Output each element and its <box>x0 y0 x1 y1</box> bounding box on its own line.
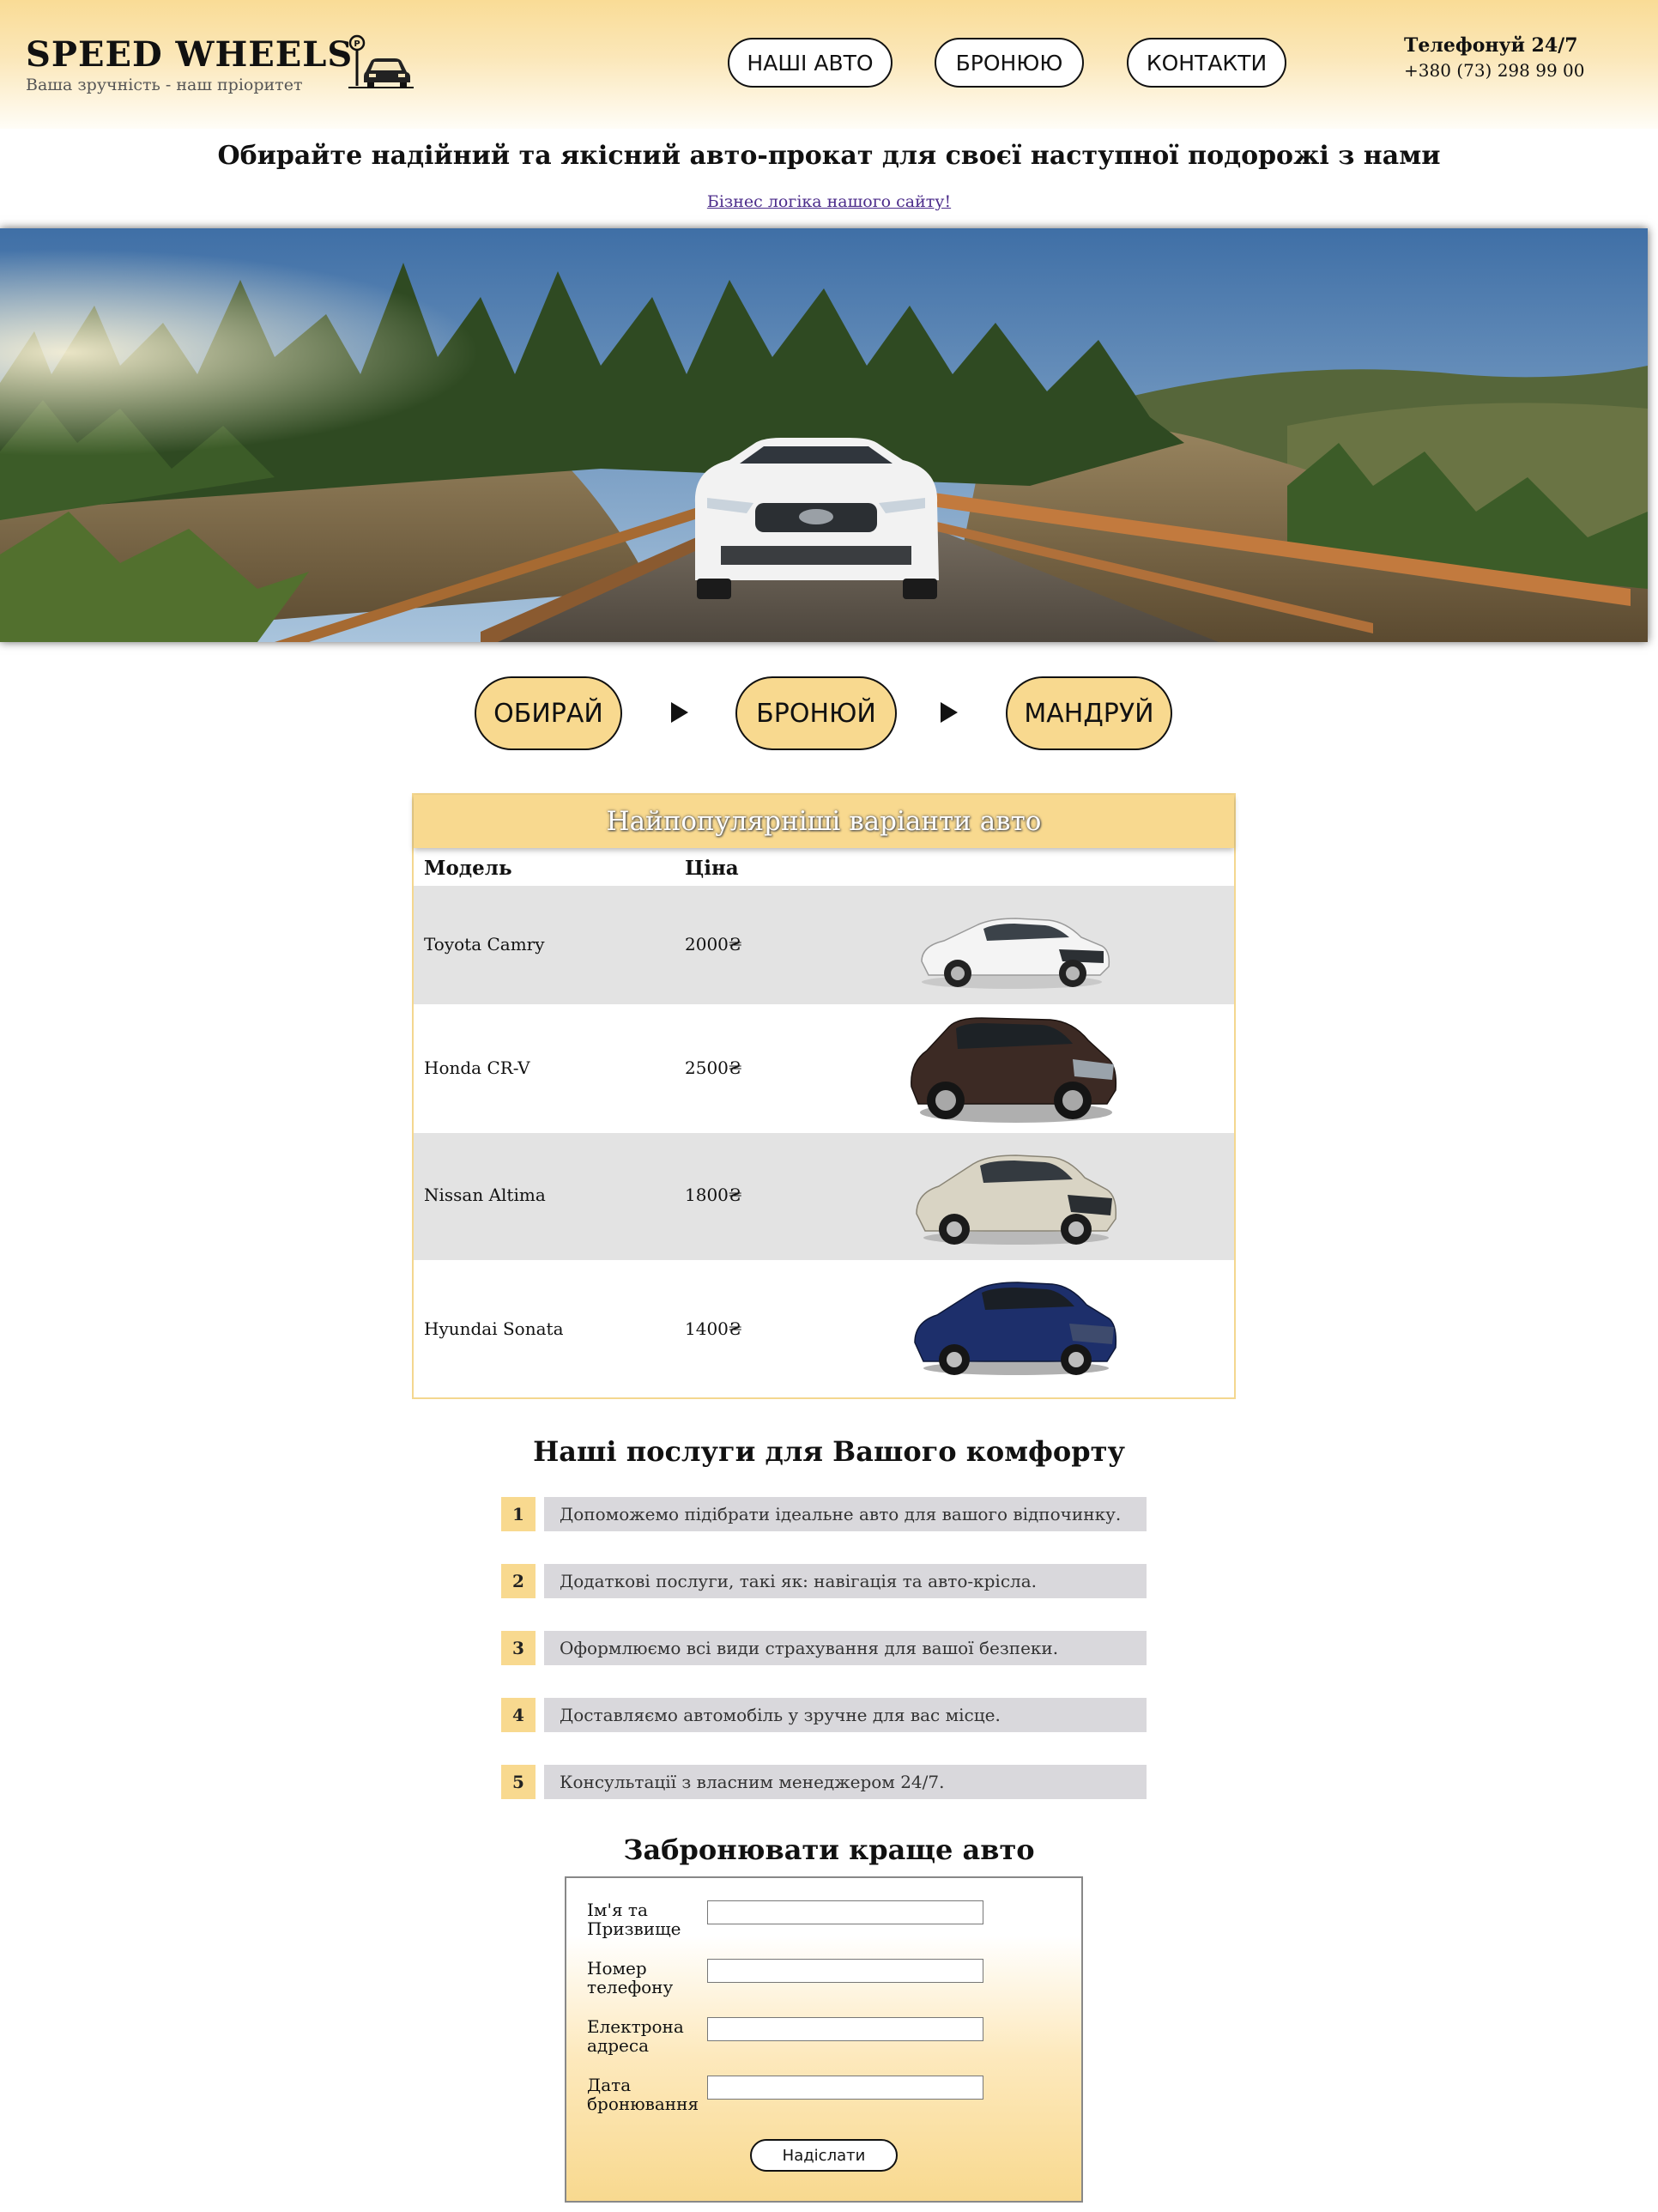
car-image-sedan <box>905 1272 1119 1382</box>
car-model: Honda CR-V <box>424 1058 530 1078</box>
business-logic-link[interactable]: Бізнес логіка нашого сайту! <box>0 192 1658 211</box>
phone-label-line: телефону <box>587 1977 674 1997</box>
date-input[interactable] <box>707 2076 983 2100</box>
nav-booking-button[interactable]: БРОНЮЮ <box>935 38 1084 88</box>
svg-text:P: P <box>354 39 360 49</box>
service-item: Додаткові послуги, такі як: навігація та… <box>544 1564 1147 1598</box>
table-row: Hyundai Sonata 1400₴ <box>414 1260 1234 1397</box>
service-number: 2 <box>501 1564 536 1598</box>
column-header-price: Ціна <box>685 857 739 880</box>
email-input[interactable] <box>707 2017 983 2041</box>
column-header-model: Модель <box>424 857 512 880</box>
site-header: SPEED WHEELS Ваша зручність - наш пріори… <box>0 0 1658 129</box>
name-label-line: Ім'я та <box>587 1900 648 1920</box>
car-model: Hyundai Sonata <box>424 1318 564 1339</box>
popular-cars-title: Найпопулярніші варіанти авто <box>414 795 1234 848</box>
booking-form: Ім'я та Призвище Номер телефону Електрон… <box>565 1876 1083 2203</box>
car-image-suv <box>905 1011 1119 1128</box>
parking-car-icon: P <box>345 34 414 91</box>
car-image-sedan <box>905 1145 1119 1251</box>
phone-title: Телефонуй 24/7 <box>1404 34 1578 57</box>
page-tagline: Обирайте надійний та якісний авто-прокат… <box>217 141 1441 171</box>
step-travel-button[interactable]: МАНДРУЙ <box>1006 676 1172 750</box>
service-item: Консультації з власним менеджером 24/7. <box>544 1765 1147 1799</box>
phone-input[interactable] <box>707 1959 983 1983</box>
table-row: Nissan Altima 1800₴ <box>414 1133 1234 1260</box>
date-label-line: бронювання <box>587 2094 699 2114</box>
service-item: Оформлюємо всі види страхування для вашо… <box>544 1631 1147 1665</box>
car-model: Nissan Altima <box>424 1185 546 1205</box>
service-item: Допоможемо підібрати ідеальне авто для в… <box>544 1497 1147 1531</box>
nav-contacts-button[interactable]: КОНТАКТИ <box>1127 38 1286 88</box>
service-number: 4 <box>501 1698 536 1732</box>
service-number: 3 <box>501 1631 536 1665</box>
name-label: Ім'я та Призвище <box>587 1900 681 1938</box>
email-label-line: Електрона <box>587 2016 684 2037</box>
car-price: 1400₴ <box>685 1318 742 1339</box>
email-label-line: адреса <box>587 2035 650 2056</box>
name-input[interactable] <box>707 1900 983 1924</box>
car-image-sedan <box>905 898 1119 992</box>
phone-label-line: Номер <box>587 1958 647 1979</box>
step-choose-button[interactable]: ОБИРАЙ <box>475 676 622 750</box>
booking-title: Забронювати краще авто <box>623 1833 1035 1866</box>
car-model: Toyota Camry <box>424 934 545 954</box>
phone-label: Номер телефону <box>587 1959 673 1997</box>
brand-slogan: Ваша зручність - наш пріоритет <box>26 76 303 94</box>
arrow-right-icon <box>941 702 958 723</box>
arrow-right-icon <box>671 702 688 723</box>
service-number: 5 <box>501 1765 536 1799</box>
date-label-line: Дата <box>587 2075 632 2095</box>
email-label: Електрона адреса <box>587 2017 684 2055</box>
car-price: 2000₴ <box>685 934 742 954</box>
service-item: Доставляємо автомобіль у зручне для вас … <box>544 1698 1147 1732</box>
car-price: 2500₴ <box>685 1058 742 1078</box>
date-label: Дата бронювання <box>587 2076 699 2113</box>
submit-button[interactable]: Надіслати <box>750 2139 898 2172</box>
hero-image <box>0 228 1648 642</box>
nav-our-cars-button[interactable]: НАШІ АВТО <box>728 38 893 88</box>
step-book-button[interactable]: БРОНЮЙ <box>735 676 897 750</box>
service-number: 1 <box>501 1497 536 1531</box>
name-label-line: Призвище <box>587 1918 681 1939</box>
table-row: Honda CR-V 2500₴ <box>414 1004 1234 1133</box>
car-price: 1800₴ <box>685 1185 742 1205</box>
brand-logo-text[interactable]: SPEED WHEELS <box>26 34 353 75</box>
services-title: Наші послуги для Вашого комфорту <box>533 1435 1125 1468</box>
phone-number[interactable]: +380 (73) 298 99 00 <box>1404 60 1585 81</box>
popular-cars-table: Найпопулярніші варіанти авто Модель Ціна… <box>412 793 1236 1399</box>
table-row: Toyota Camry 2000₴ <box>414 886 1234 1004</box>
